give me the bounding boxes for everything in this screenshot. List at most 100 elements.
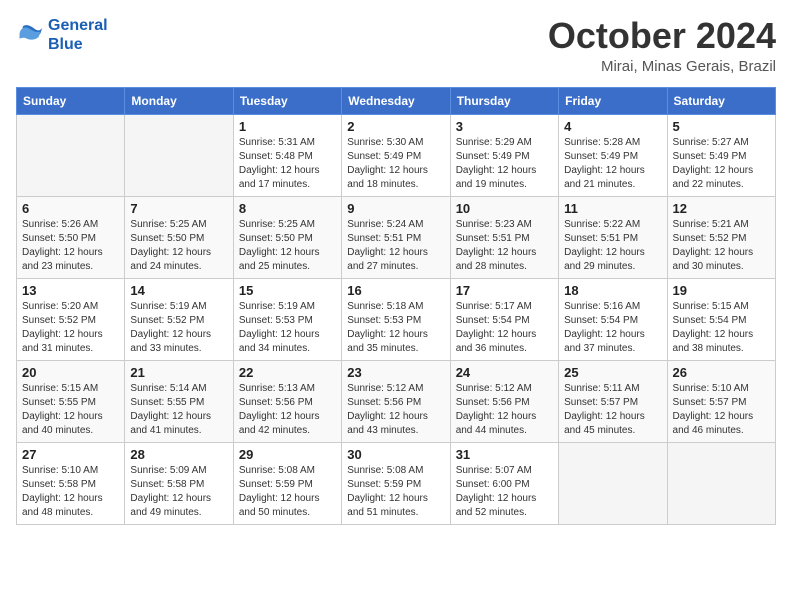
day-number: 24 bbox=[456, 365, 553, 380]
day-info: Sunrise: 5:31 AMSunset: 5:48 PMDaylight:… bbox=[239, 136, 336, 192]
day-number: 25 bbox=[564, 365, 661, 380]
calendar-cell: 25 Sunrise: 5:11 AMSunset: 5:57 PMDayligh… bbox=[559, 360, 667, 442]
day-number: 29 bbox=[239, 447, 336, 462]
day-number: 18 bbox=[564, 283, 661, 298]
day-info: Sunrise: 5:25 AMSunset: 5:50 PMDaylight:… bbox=[130, 218, 227, 274]
calendar-cell: 30Sunrise: 5:08 AMSunset: 5:59 PMDayligh… bbox=[342, 442, 450, 524]
column-header-wednesday: Wednesday bbox=[342, 87, 450, 114]
calendar-table: SundayMondayTuesdayWednesdayThursdayFrid… bbox=[16, 87, 776, 525]
calendar-cell: 17 Sunrise: 5:17 AMSunset: 5:54 PMDayligh… bbox=[450, 278, 558, 360]
day-info: Sunrise: 5:08 AMSunset: 5:59 PMDaylight:… bbox=[239, 464, 336, 520]
day-info: Sunrise: 5:14 AMSunset: 5:55 PMDaylight:… bbox=[130, 382, 227, 438]
calendar-week-row: 13 Sunrise: 5:20 AMSunset: 5:52 PMDayligh… bbox=[17, 278, 776, 360]
calendar-cell: 4Sunrise: 5:28 AMSunset: 5:49 PMDaylight… bbox=[559, 114, 667, 196]
logo-text: General Blue bbox=[48, 16, 108, 54]
title-area: October 2024 Mirai, Minas Gerais, Brazil bbox=[548, 16, 776, 75]
day-info: Sunrise: 5:10 AMSunset: 5:58 PMDaylight:… bbox=[22, 464, 119, 520]
calendar-cell bbox=[125, 114, 233, 196]
month-title: October 2024 bbox=[548, 16, 776, 56]
day-number: 5 bbox=[673, 119, 770, 134]
day-number: 7 bbox=[130, 201, 227, 216]
calendar-cell: 23 Sunrise: 5:12 AMSunset: 5:56 PMDayligh… bbox=[342, 360, 450, 442]
calendar-cell: 28Sunrise: 5:09 AMSunset: 5:58 PMDayligh… bbox=[125, 442, 233, 524]
calendar-cell bbox=[667, 442, 775, 524]
calendar-cell: 18 Sunrise: 5:16 AMSunset: 5:54 PMDayligh… bbox=[559, 278, 667, 360]
day-info: Sunrise: 5:20 AMSunset: 5:52 PMDaylight:… bbox=[22, 300, 119, 356]
day-number: 6 bbox=[22, 201, 119, 216]
calendar-cell: 5 Sunrise: 5:27 AMSunset: 5:49 PMDaylight… bbox=[667, 114, 775, 196]
column-header-sunday: Sunday bbox=[17, 87, 125, 114]
calendar-cell: 3Sunrise: 5:29 AMSunset: 5:49 PMDaylight… bbox=[450, 114, 558, 196]
day-number: 13 bbox=[22, 283, 119, 298]
day-info: Sunrise: 5:12 AMSunset: 5:56 PMDaylight:… bbox=[347, 382, 444, 438]
calendar-cell: 26Sunrise: 5:10 AMSunset: 5:57 PMDayligh… bbox=[667, 360, 775, 442]
day-number: 22 bbox=[239, 365, 336, 380]
day-number: 15 bbox=[239, 283, 336, 298]
day-info: Sunrise: 5:26 AMSunset: 5:50 PMDaylight:… bbox=[22, 218, 119, 274]
calendar-cell: 20 Sunrise: 5:15 AMSunset: 5:55 PMDayligh… bbox=[17, 360, 125, 442]
day-number: 28 bbox=[130, 447, 227, 462]
day-number: 23 bbox=[347, 365, 444, 380]
day-number: 8 bbox=[239, 201, 336, 216]
day-number: 27 bbox=[22, 447, 119, 462]
calendar-cell: 21 Sunrise: 5:14 AMSunset: 5:55 PMDayligh… bbox=[125, 360, 233, 442]
location-subtitle: Mirai, Minas Gerais, Brazil bbox=[548, 58, 776, 75]
calendar-cell: 15 Sunrise: 5:19 AMSunset: 5:53 PMDayligh… bbox=[233, 278, 341, 360]
calendar-week-row: 27 Sunrise: 5:10 AMSunset: 5:58 PMDayligh… bbox=[17, 442, 776, 524]
day-info: Sunrise: 5:27 AMSunset: 5:49 PMDaylight:… bbox=[673, 136, 770, 192]
calendar-cell: 14 Sunrise: 5:19 AMSunset: 5:52 PMDayligh… bbox=[125, 278, 233, 360]
day-number: 30 bbox=[347, 447, 444, 462]
calendar-cell: 16Sunrise: 5:18 AMSunset: 5:53 PMDayligh… bbox=[342, 278, 450, 360]
calendar-cell: 8 Sunrise: 5:25 AMSunset: 5:50 PMDaylight… bbox=[233, 196, 341, 278]
calendar-cell: 9Sunrise: 5:24 AMSunset: 5:51 PMDaylight… bbox=[342, 196, 450, 278]
calendar-cell: 6 Sunrise: 5:26 AMSunset: 5:50 PMDaylight… bbox=[17, 196, 125, 278]
column-header-tuesday: Tuesday bbox=[233, 87, 341, 114]
day-info: Sunrise: 5:12 AMSunset: 5:56 PMDaylight:… bbox=[456, 382, 553, 438]
day-number: 17 bbox=[456, 283, 553, 298]
column-header-monday: Monday bbox=[125, 87, 233, 114]
calendar-week-row: 1Sunrise: 5:31 AMSunset: 5:48 PMDaylight… bbox=[17, 114, 776, 196]
day-info: Sunrise: 5:17 AMSunset: 5:54 PMDaylight:… bbox=[456, 300, 553, 356]
day-number: 21 bbox=[130, 365, 227, 380]
calendar-cell: 19 Sunrise: 5:15 AMSunset: 5:54 PMDayligh… bbox=[667, 278, 775, 360]
calendar-cell: 22 Sunrise: 5:13 AMSunset: 5:56 PMDayligh… bbox=[233, 360, 341, 442]
day-number: 19 bbox=[673, 283, 770, 298]
day-info: Sunrise: 5:19 AMSunset: 5:52 PMDaylight:… bbox=[130, 300, 227, 356]
day-info: Sunrise: 5:07 AMSunset: 6:00 PMDaylight:… bbox=[456, 464, 553, 520]
day-info: Sunrise: 5:18 AMSunset: 5:53 PMDaylight:… bbox=[347, 300, 444, 356]
calendar-cell bbox=[559, 442, 667, 524]
calendar-week-row: 20 Sunrise: 5:15 AMSunset: 5:55 PMDayligh… bbox=[17, 360, 776, 442]
column-header-friday: Friday bbox=[559, 87, 667, 114]
day-number: 14 bbox=[130, 283, 227, 298]
calendar-cell: 10Sunrise: 5:23 AMSunset: 5:51 PMDayligh… bbox=[450, 196, 558, 278]
calendar-cell: 24 Sunrise: 5:12 AMSunset: 5:56 PMDayligh… bbox=[450, 360, 558, 442]
calendar-cell: 7 Sunrise: 5:25 AMSunset: 5:50 PMDaylight… bbox=[125, 196, 233, 278]
calendar-cell: 11 Sunrise: 5:22 AMSunset: 5:51 PMDayligh… bbox=[559, 196, 667, 278]
day-number: 4 bbox=[564, 119, 661, 134]
day-info: Sunrise: 5:22 AMSunset: 5:51 PMDaylight:… bbox=[564, 218, 661, 274]
day-info: Sunrise: 5:16 AMSunset: 5:54 PMDaylight:… bbox=[564, 300, 661, 356]
day-info: Sunrise: 5:11 AMSunset: 5:57 PMDaylight:… bbox=[564, 382, 661, 438]
logo-icon bbox=[16, 21, 44, 49]
day-info: Sunrise: 5:15 AMSunset: 5:54 PMDaylight:… bbox=[673, 300, 770, 356]
calendar-cell: 27 Sunrise: 5:10 AMSunset: 5:58 PMDayligh… bbox=[17, 442, 125, 524]
day-info: Sunrise: 5:19 AMSunset: 5:53 PMDaylight:… bbox=[239, 300, 336, 356]
column-header-saturday: Saturday bbox=[667, 87, 775, 114]
day-number: 11 bbox=[564, 201, 661, 216]
calendar-cell: 13 Sunrise: 5:20 AMSunset: 5:52 PMDayligh… bbox=[17, 278, 125, 360]
day-number: 10 bbox=[456, 201, 553, 216]
day-info: Sunrise: 5:25 AMSunset: 5:50 PMDaylight:… bbox=[239, 218, 336, 274]
day-info: Sunrise: 5:21 AMSunset: 5:52 PMDaylight:… bbox=[673, 218, 770, 274]
day-info: Sunrise: 5:13 AMSunset: 5:56 PMDaylight:… bbox=[239, 382, 336, 438]
calendar-week-row: 6 Sunrise: 5:26 AMSunset: 5:50 PMDaylight… bbox=[17, 196, 776, 278]
day-number: 2 bbox=[347, 119, 444, 134]
day-number: 3 bbox=[456, 119, 553, 134]
day-number: 12 bbox=[673, 201, 770, 216]
day-number: 20 bbox=[22, 365, 119, 380]
column-header-thursday: Thursday bbox=[450, 87, 558, 114]
day-info: Sunrise: 5:24 AMSunset: 5:51 PMDaylight:… bbox=[347, 218, 444, 274]
day-info: Sunrise: 5:15 AMSunset: 5:55 PMDaylight:… bbox=[22, 382, 119, 438]
calendar-cell: 1Sunrise: 5:31 AMSunset: 5:48 PMDaylight… bbox=[233, 114, 341, 196]
calendar-cell: 29 Sunrise: 5:08 AMSunset: 5:59 PMDayligh… bbox=[233, 442, 341, 524]
day-info: Sunrise: 5:10 AMSunset: 5:57 PMDaylight:… bbox=[673, 382, 770, 438]
